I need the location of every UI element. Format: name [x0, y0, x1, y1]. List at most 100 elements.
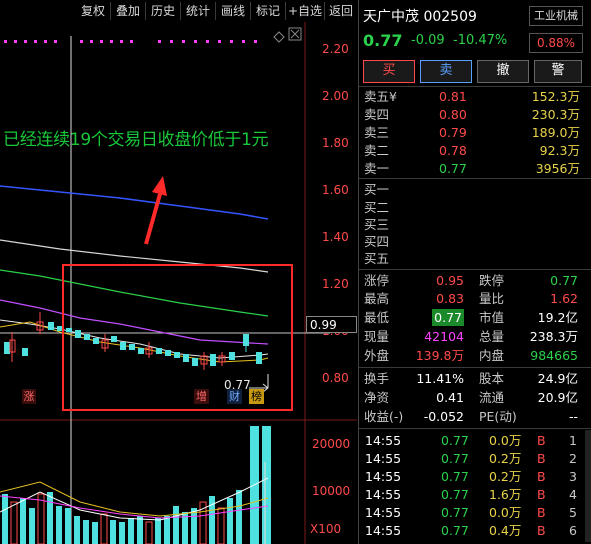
- high-label: 最高: [364, 291, 390, 306]
- outer-volume-value: 139.8万: [415, 348, 464, 363]
- trade-time: 14:55: [365, 451, 402, 466]
- float-value: 20.9亿: [537, 390, 578, 405]
- limit-up-value: 0.95: [436, 273, 464, 288]
- sell-button[interactable]: 卖: [420, 60, 472, 83]
- earnings-value: -0.052: [423, 409, 464, 424]
- kline-chart[interactable]: 2.20 2.00 1.80 1.60 1.40 1.20 1.00 0.80 …: [0, 22, 357, 544]
- badge-zeng[interactable]: 增: [194, 389, 209, 404]
- volume-ratio-label: 量比: [479, 291, 505, 306]
- current-volume-value: 42104: [424, 329, 464, 344]
- alert-button[interactable]: 警: [534, 60, 582, 83]
- inner-volume-label: 内盘: [479, 348, 505, 363]
- trade-time: 14:55: [365, 433, 402, 448]
- limit-down-value: 0.77: [550, 273, 578, 288]
- crosshair-price-tag: 0.99: [306, 316, 357, 333]
- trades-scrollbar[interactable]: [585, 430, 591, 542]
- price-tick: 1.20: [322, 277, 349, 291]
- badge-cai[interactable]: 财: [227, 389, 242, 404]
- trade-price: 0.77: [441, 451, 469, 466]
- add-favorite-button[interactable]: +自选: [286, 2, 325, 20]
- float-label: 流通: [479, 390, 505, 405]
- limit-up-label: 涨停: [364, 273, 390, 288]
- price-tick: 2.20: [322, 42, 349, 56]
- sell1-label: 卖一: [364, 161, 390, 176]
- trade-side: B: [537, 469, 546, 484]
- pe-label: PE(动): [479, 409, 517, 424]
- price-tick: 2.00: [322, 89, 349, 103]
- market-cap-value: 19.2亿: [537, 310, 578, 325]
- badge-zhang[interactable]: 涨: [22, 389, 36, 404]
- share-capital-value: 24.9亿: [537, 371, 578, 386]
- pe-value: --: [568, 409, 578, 424]
- statistics-button[interactable]: 统计: [181, 2, 216, 20]
- sell2-label: 卖二: [364, 143, 390, 158]
- trade-count: 2: [569, 451, 577, 466]
- volume-unit: X100: [310, 522, 342, 536]
- share-capital-label: 股本: [479, 371, 505, 386]
- sell4-volume: 230.3万: [531, 107, 580, 122]
- cancel-order-button[interactable]: 撤: [477, 60, 529, 83]
- buy-button[interactable]: 买: [363, 60, 415, 83]
- price-tick: 1.40: [322, 230, 349, 244]
- back-button[interactable]: 返回: [325, 2, 357, 20]
- low-value: 0.77: [432, 309, 464, 326]
- price-change: -0.09: [411, 33, 445, 48]
- sell1-volume: 3956万: [535, 161, 580, 176]
- trade-count: 4: [569, 487, 577, 502]
- sell3-volume: 189.0万: [531, 125, 580, 140]
- industry-tag[interactable]: 工业机械: [529, 6, 583, 26]
- trade-count: 1: [569, 433, 577, 448]
- turnover-label: 换手: [364, 371, 390, 386]
- trade-time: 14:55: [365, 487, 402, 502]
- draw-line-button[interactable]: 画线: [216, 2, 251, 20]
- trade-side: B: [537, 487, 546, 502]
- sell4-label: 卖四: [364, 107, 390, 122]
- badge-bang[interactable]: 榜: [249, 389, 264, 404]
- trade-count: 3: [569, 469, 577, 484]
- market-cap-label: 市值: [479, 310, 505, 325]
- sell5-label: 卖五¥: [364, 89, 397, 104]
- turnover-tag: 0.88%: [529, 33, 583, 53]
- net-assets-label: 净资: [364, 390, 390, 405]
- annotation-arrow-icon: [152, 176, 167, 196]
- trade-side: B: [537, 433, 546, 448]
- inner-volume-value: 984665: [530, 348, 578, 363]
- trade-price: 0.77: [441, 433, 469, 448]
- chart-annotation: 已经连续19个交易日收盘价低于1元: [3, 130, 269, 150]
- history-button[interactable]: 历史: [146, 2, 181, 20]
- total-volume-label: 总量: [479, 329, 505, 344]
- trade-count: 5: [569, 505, 577, 520]
- trade-time: 14:55: [365, 523, 402, 538]
- mark-button[interactable]: 标记: [251, 2, 286, 20]
- sell1-price: 0.77: [439, 161, 467, 176]
- quote-panel: 天广中茂 002509 工业机械 0.77 -0.09 -10.47% 0.88…: [358, 0, 591, 544]
- trade-volume: 0.0万: [489, 505, 522, 520]
- overlay-button[interactable]: 叠加: [111, 2, 146, 20]
- trade-time: 14:55: [365, 505, 402, 520]
- trade-volume: 0.4万: [489, 523, 522, 538]
- trade-volume: 1.6万: [489, 487, 522, 502]
- price-tick: 1.60: [322, 183, 349, 197]
- buy3-label: 买三: [364, 217, 390, 232]
- last-price: 0.77: [363, 31, 403, 50]
- trade-price: 0.77: [441, 487, 469, 502]
- trade-price: 0.77: [441, 469, 469, 484]
- fuquan-button[interactable]: 复权: [76, 2, 111, 20]
- sell2-price: 0.78: [439, 143, 467, 158]
- sell5-price: 0.81: [439, 89, 467, 104]
- volume-tick: 10000: [312, 484, 351, 498]
- diamond-icon: [273, 31, 285, 43]
- trade-volume: 0.0万: [489, 433, 522, 448]
- signal-dots: [4, 40, 257, 43]
- price-tick: 0.80: [322, 371, 349, 385]
- trade-volume: 0.2万: [489, 451, 522, 466]
- sell4-price: 0.80: [439, 107, 467, 122]
- total-volume-value: 238.3万: [529, 329, 578, 344]
- buy1-label: 买一: [364, 182, 390, 197]
- turnover-value: 11.41%: [416, 371, 464, 386]
- trade-price: 0.77: [441, 505, 469, 520]
- chart-toolbar: 复权 叠加 历史 统计 画线 标记 +自选 返回: [0, 0, 357, 22]
- kline-svg: [0, 22, 357, 544]
- trade-price: 0.77: [441, 523, 469, 538]
- trade-volume: 0.2万: [489, 469, 522, 484]
